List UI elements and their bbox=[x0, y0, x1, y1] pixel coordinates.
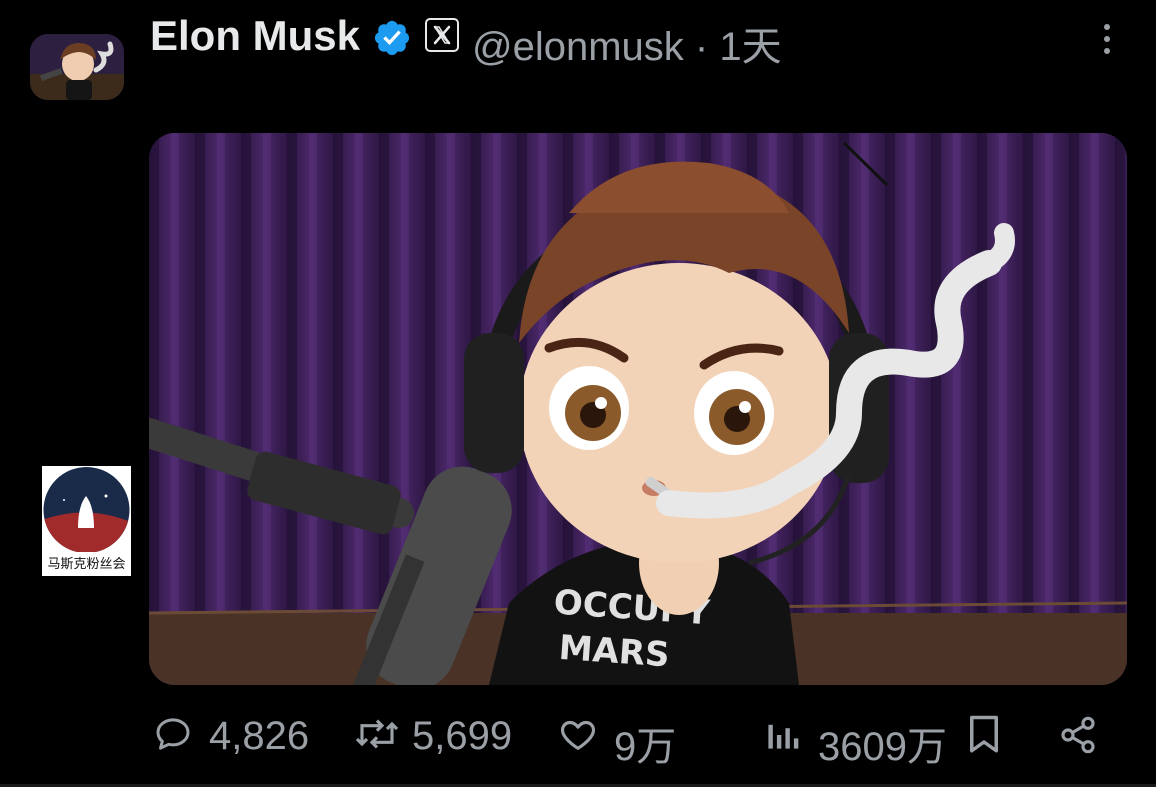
author-name[interactable]: Elon Musk bbox=[150, 12, 360, 60]
repost-count[interactable]: 5,699 bbox=[412, 714, 512, 759]
views-count[interactable]: 3609万 bbox=[818, 714, 947, 772]
reply-count[interactable]: 4,826 bbox=[209, 714, 309, 759]
repost-icon[interactable] bbox=[353, 714, 401, 754]
like-count[interactable]: 9万 bbox=[614, 714, 676, 772]
author-meta: @elonmusk · 1天 bbox=[472, 14, 782, 72]
fan-club-label: 马斯克粉丝会 bbox=[47, 557, 126, 572]
fan-club-logo: 马斯克粉丝会 bbox=[42, 466, 131, 576]
reply-icon[interactable] bbox=[153, 714, 193, 754]
figurine-illustration: OCCUPY MARS bbox=[149, 133, 1127, 685]
views-icon[interactable] bbox=[764, 718, 800, 752]
shirt-text-mars: MARS bbox=[557, 628, 670, 676]
post-time[interactable]: 1天 bbox=[719, 25, 781, 69]
author-avatar[interactable] bbox=[30, 34, 124, 100]
separator-dot: · bbox=[694, 25, 709, 69]
bookmark-icon[interactable] bbox=[966, 714, 1002, 756]
post-image[interactable]: OCCUPY MARS bbox=[149, 133, 1127, 685]
more-options-icon[interactable] bbox=[1096, 22, 1118, 56]
like-icon[interactable] bbox=[557, 715, 599, 755]
author-handle[interactable]: @elonmusk bbox=[472, 25, 684, 69]
share-icon[interactable] bbox=[1058, 714, 1098, 756]
avatar-image bbox=[30, 34, 124, 100]
verified-badge-icon bbox=[374, 20, 410, 56]
x-logo-icon bbox=[425, 18, 459, 52]
